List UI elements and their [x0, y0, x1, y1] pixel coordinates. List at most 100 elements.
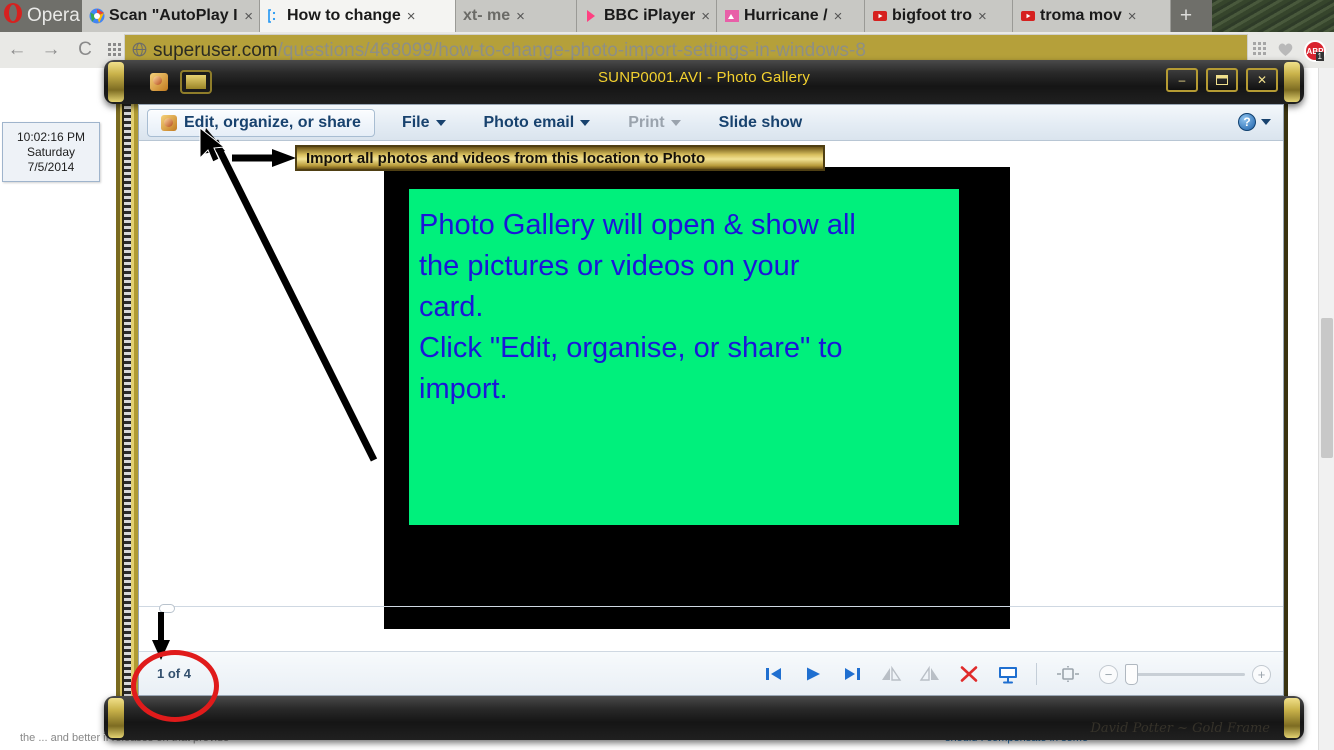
viewer-divider	[139, 606, 1283, 607]
browser-tab-0-close-icon[interactable]: ×	[244, 8, 253, 25]
browser-tab-1-title: How to change	[287, 7, 401, 24]
frame-cap-bottom-right	[1284, 698, 1300, 738]
gallery-client-area: Edit, organize, or share File Photo emai…	[138, 104, 1284, 696]
clock-day: Saturday	[26, 144, 76, 159]
page-scrollbar-thumb[interactable]	[1321, 318, 1333, 458]
browser-tab-4-title: Hurricane /	[744, 7, 828, 24]
slide-line-3: Click "Edit, organise, or share" to	[419, 332, 843, 364]
help-question-icon: ?	[1238, 113, 1256, 131]
zoom-slider-track[interactable]	[1125, 663, 1245, 685]
zoom-slider[interactable]: − +	[1099, 663, 1271, 685]
adblock-badge: 1	[1315, 52, 1324, 61]
chrome-icon	[89, 8, 105, 24]
opera-logo-icon	[2, 2, 24, 30]
menu-item-file[interactable]: File	[389, 108, 459, 138]
zoom-out-button[interactable]: −	[1099, 664, 1118, 684]
browser-tab-4[interactable]: Hurricane / ×	[717, 0, 865, 32]
menu-item-print[interactable]: Print	[615, 108, 693, 138]
browser-tab-4-close-icon[interactable]: ×	[834, 8, 843, 25]
url-host: superuser.com	[153, 40, 278, 61]
adblock-plus-button[interactable]: ABP 1	[1304, 40, 1326, 62]
browser-tab-2[interactable]: xt- me ×	[456, 0, 577, 32]
new-tab-button[interactable]: +	[1171, 0, 1201, 32]
browser-tab-5[interactable]: bigfoot tro ×	[865, 0, 1013, 32]
slide-line-1: the pictures or videos on your	[419, 250, 800, 282]
bookmark-heart-icon[interactable]	[1277, 42, 1294, 61]
clock-date: 7/5/2014	[27, 159, 75, 174]
menu-item-slide-show[interactable]: Slide show	[706, 108, 816, 138]
rotate-counterclockwise-icon[interactable]	[880, 663, 902, 685]
close-button[interactable]: ✕	[1246, 68, 1278, 92]
opera-menu-button[interactable]: Opera	[0, 0, 82, 32]
chevron-down-icon	[1261, 119, 1271, 125]
reload-button[interactable]: C	[68, 39, 102, 61]
page-scrollbar[interactable]	[1318, 68, 1334, 750]
browser-tab-0-title: Scan "AutoPlay Im	[109, 7, 239, 24]
rotate-clockwise-icon[interactable]	[919, 663, 941, 685]
red-ellipse-highlight	[131, 650, 219, 722]
frame-signature: David Potter ~ Gold Frame	[1090, 721, 1270, 736]
gallery-menu-bar: Edit, organize, or share File Photo emai…	[139, 105, 1283, 141]
slideshow-screen-icon[interactable]	[997, 663, 1019, 685]
window-controls: – ✕	[1166, 68, 1278, 92]
delete-x-icon[interactable]	[958, 663, 980, 685]
browser-tab-2-close-icon[interactable]: ×	[516, 8, 525, 25]
browser-tab-5-title: bigfoot tro	[892, 7, 972, 24]
menu-item-photo-email[interactable]: Photo email	[471, 108, 604, 138]
clock-gadget: 10:02:16 PM Saturday 7/5/2014	[2, 122, 100, 182]
photo-gallery-icon	[161, 114, 177, 131]
browser-tab-2-title: xt- me	[463, 7, 511, 24]
opera-label: Opera	[27, 5, 80, 26]
window-title-bar[interactable]: SUNP0001.AVI - Photo Gallery – ✕	[104, 60, 1304, 104]
slide-line-0: Photo Gallery will open & show all	[419, 209, 856, 241]
frame-left-film-strip	[124, 88, 131, 736]
zoom-in-button[interactable]: +	[1252, 664, 1271, 684]
browser-tab-0[interactable]: Scan "AutoPlay Im ×	[82, 0, 260, 32]
media-letterbox[interactable]: Photo Gallery will open & show all the p…	[384, 167, 1010, 629]
url-path: /questions/468099/how-to-change-photo-im…	[277, 40, 866, 61]
help-button[interactable]: ?	[1238, 113, 1271, 131]
chevron-down-icon	[670, 119, 681, 126]
screen: the ... and better if releases on that p…	[0, 0, 1334, 750]
browser-tab-5-close-icon[interactable]: ×	[978, 8, 987, 25]
slide-line-2: card.	[419, 291, 484, 323]
slide-content: Photo Gallery will open & show all the p…	[409, 189, 959, 525]
browser-tab-6-close-icon[interactable]: ×	[1128, 8, 1137, 25]
menu-item-file-label: File	[401, 113, 430, 131]
menu-item-photo-email-label: Photo email	[483, 113, 575, 131]
previous-button[interactable]	[763, 663, 785, 685]
globe-icon	[125, 42, 153, 60]
browser-tab-6-title: troma mov	[1040, 7, 1122, 24]
frame-cap-bottom-left	[108, 698, 124, 738]
maximize-restore-button[interactable]	[1206, 68, 1238, 92]
browser-tab-1[interactable]: How to change ×	[260, 0, 456, 32]
chevron-down-icon	[435, 119, 446, 126]
edit-organize-share-label: Edit, organize, or share	[184, 113, 361, 131]
menu-item-print-label: Print	[628, 113, 665, 131]
browser-tab-strip: Opera Scan "AutoPlay Im × How to change …	[0, 0, 1334, 32]
youtube-icon	[872, 8, 888, 24]
forward-button[interactable]: →	[34, 39, 68, 61]
zoom-slider-thumb[interactable]	[1125, 663, 1138, 685]
youtube-icon	[1020, 8, 1036, 24]
browser-tab-3-title: BBC iPlayer	[604, 7, 696, 24]
fit-to-window-icon[interactable]	[1054, 663, 1082, 685]
play-button[interactable]	[802, 663, 824, 685]
toolbar-right-icons: ABP 1	[1253, 40, 1326, 62]
playback-controls: − +	[763, 652, 1271, 695]
hurricane-site-icon	[724, 8, 740, 24]
bbc-iplayer-icon	[584, 8, 600, 24]
apps-grid-icon[interactable]	[1253, 42, 1267, 60]
clock-time: 10:02:16 PM	[16, 129, 86, 144]
browser-tab-3[interactable]: BBC iPlayer ×	[577, 0, 717, 32]
browser-tab-3-close-icon[interactable]: ×	[701, 8, 710, 25]
browser-tab-1-close-icon[interactable]: ×	[407, 8, 416, 25]
gallery-viewer-canvas: Photo Gallery will open & show all the p…	[139, 141, 1283, 651]
edit-organize-share-button[interactable]: Edit, organize, or share	[147, 108, 375, 137]
minimize-button[interactable]: –	[1166, 68, 1198, 92]
chevron-down-icon	[580, 119, 591, 126]
next-button[interactable]	[841, 663, 863, 685]
back-button[interactable]: ←	[0, 39, 34, 61]
panel-resize-handle[interactable]	[159, 604, 175, 613]
browser-tab-6[interactable]: troma mov ×	[1013, 0, 1171, 32]
